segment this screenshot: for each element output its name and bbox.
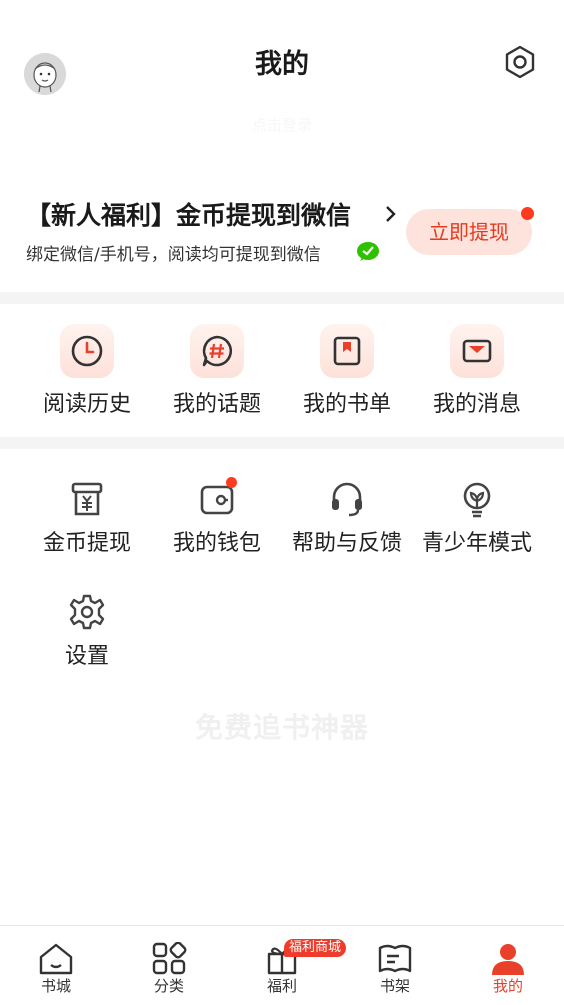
tool-item-help-feedback[interactable]: 帮助与反馈	[282, 479, 412, 557]
quick-item-label: 我的消息	[432, 392, 521, 417]
book-icon	[378, 944, 412, 973]
tool-item-teen-mode[interactable]: 青少年模式	[412, 479, 542, 557]
tool-item-wallet[interactable]: 我的钱包	[152, 477, 282, 557]
person-icon	[492, 944, 524, 975]
nav-bookstore[interactable]: 书城	[0, 926, 112, 1005]
nav-label: 福利	[266, 977, 297, 995]
notification-dot	[226, 477, 237, 488]
quick-item-history[interactable]: 阅读历史	[22, 324, 152, 418]
tool-item-label: 帮助与反馈	[291, 531, 402, 556]
promo-subtitle: 绑定微信/手机号，阅读均可提现到微信	[26, 245, 321, 265]
chevron-right-icon[interactable]	[382, 203, 400, 225]
nav-label: 书城	[40, 977, 71, 995]
promo-title[interactable]: 【新人福利】金币提现到微信	[26, 196, 351, 232]
nav-label: 书架	[379, 977, 410, 995]
grid-icon	[152, 942, 187, 975]
section-divider	[0, 292, 564, 304]
tool-item-settings[interactable]: 设置	[22, 592, 152, 670]
quick-item-messages[interactable]: 我的消息	[412, 324, 542, 418]
tool-item-label: 设置	[64, 644, 109, 669]
headset-icon	[327, 479, 367, 519]
quick-item-booklist[interactable]: 我的书单	[282, 324, 412, 418]
nav-label: 我的	[492, 977, 523, 995]
tool-item-label: 金币提现	[42, 531, 131, 556]
notification-dot	[521, 207, 534, 220]
wallet-icon	[197, 477, 237, 519]
page-title: 我的	[255, 49, 309, 80]
quick-item-label: 阅读历史	[42, 392, 131, 417]
quick-item-topics[interactable]: 我的话题	[152, 324, 282, 418]
tool-item-label: 我的钱包	[172, 531, 261, 556]
yuan-receipt-icon	[67, 479, 107, 519]
clock-icon	[60, 324, 114, 378]
watermark: 免费追书神器	[194, 711, 369, 744]
quick-item-label: 我的书单	[302, 392, 391, 417]
withdraw-now-button[interactable]: 立即提现	[406, 209, 532, 255]
login-hint[interactable]: 点击登录	[0, 114, 564, 135]
bookmark-icon	[320, 324, 374, 378]
section-divider	[0, 437, 564, 449]
hashtag-icon	[190, 324, 244, 378]
nav-label: 分类	[153, 977, 184, 995]
welfare-mall-badge: 福利商城	[284, 939, 347, 957]
nav-bookshelf[interactable]: 书架	[339, 926, 451, 1005]
tool-item-label: 青少年模式	[421, 531, 532, 556]
settings-button[interactable]	[500, 42, 540, 82]
nav-category[interactable]: 分类	[113, 926, 225, 1005]
hexagon-settings-icon	[505, 45, 535, 79]
home-icon	[39, 943, 73, 975]
envelope-icon	[450, 324, 504, 378]
gear-icon	[67, 592, 107, 632]
quick-item-label: 我的话题	[172, 392, 261, 417]
wechat-icon	[356, 241, 380, 263]
nav-welfare[interactable]: 福利 福利商城	[226, 926, 347, 1005]
bottom-nav: 书城 分类 福利 福利商城 书架 我的	[0, 925, 564, 1005]
nav-mine[interactable]: 我的	[452, 926, 564, 1005]
sprout-icon	[457, 479, 497, 519]
tool-item-coin-withdraw[interactable]: 金币提现	[22, 479, 152, 557]
